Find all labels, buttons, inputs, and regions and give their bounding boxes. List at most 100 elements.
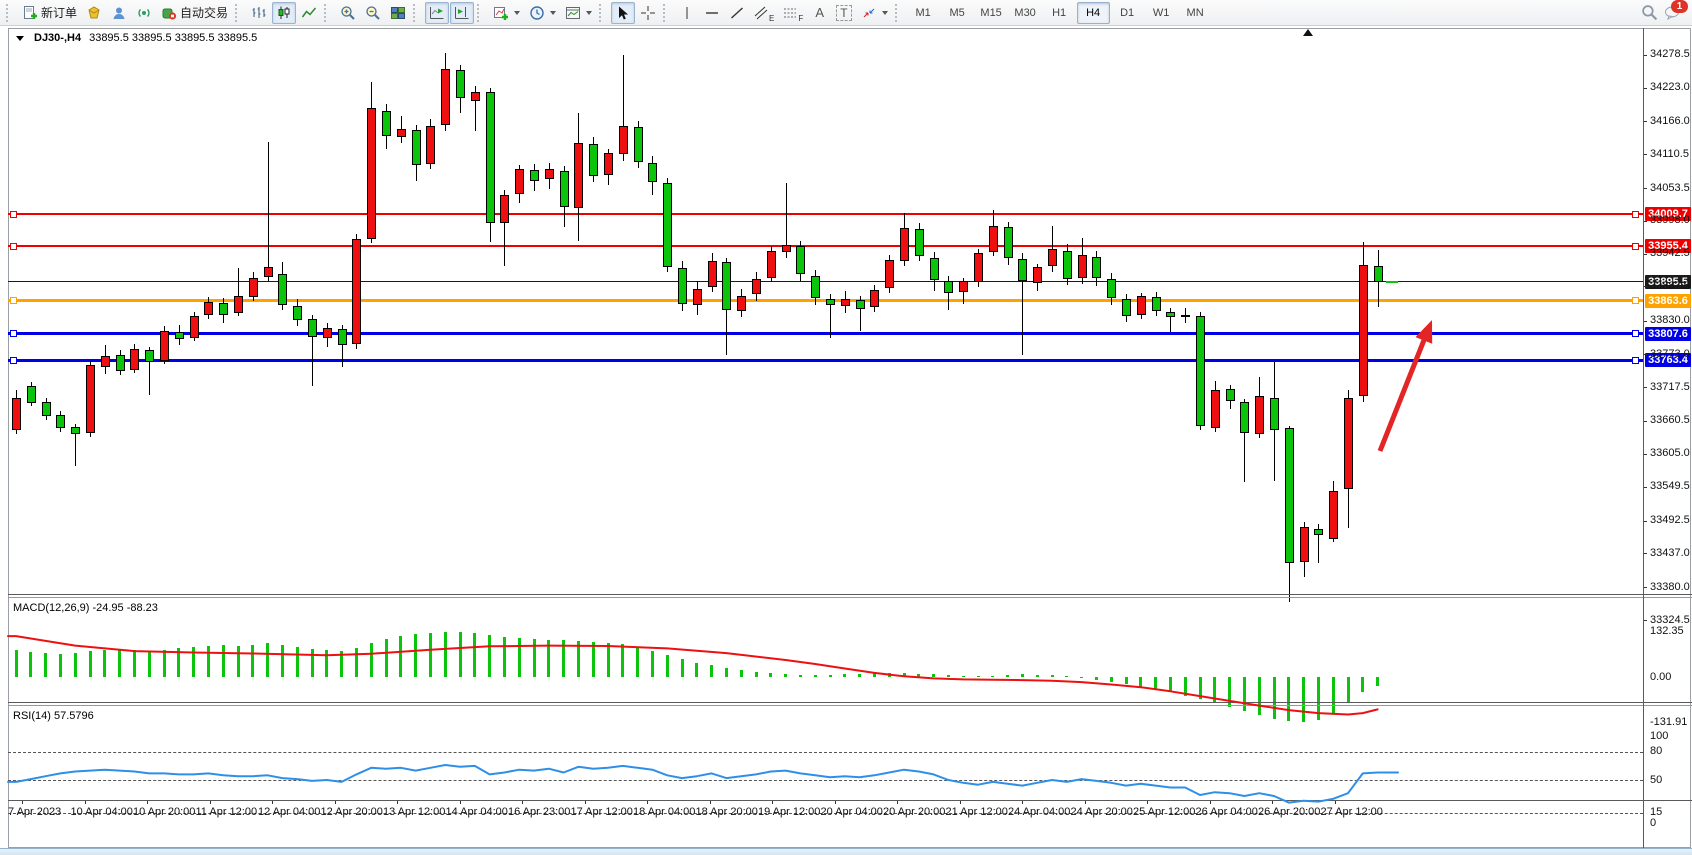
candle [1063, 251, 1072, 279]
price-scale-border [1643, 28, 1644, 848]
candle [101, 356, 110, 367]
notification-badge: 1 [1671, 0, 1688, 13]
macd-histogram-bar [769, 673, 772, 677]
hline-handle[interactable] [10, 211, 17, 218]
cursor-button[interactable] [611, 2, 635, 24]
candle [1137, 296, 1146, 315]
price-tick-label: 33773.0 [1650, 348, 1690, 360]
timeframe-m1-button[interactable]: M1 [907, 2, 940, 24]
last-price-dash [1386, 281, 1398, 283]
macd-histogram-bar [1258, 677, 1261, 715]
horizontal-line-tool-button[interactable] [700, 2, 724, 24]
notifications-button[interactable]: 1 [1664, 5, 1682, 21]
hline-handle[interactable] [10, 357, 17, 364]
hline-handle[interactable] [1632, 211, 1639, 218]
vertical-line-tool-button[interactable] [675, 2, 699, 24]
candle [634, 127, 643, 161]
candle [1196, 316, 1205, 426]
macd-histogram-bar [636, 647, 639, 677]
panel-separator[interactable] [8, 594, 1692, 595]
candle [722, 262, 731, 309]
macd-histogram-bar [932, 674, 935, 677]
hline-handle[interactable] [1632, 297, 1639, 304]
auto-trading-button[interactable]: 自动交易 [157, 2, 232, 24]
candlestick-chart-button[interactable] [272, 2, 296, 24]
candle [1018, 259, 1027, 282]
trendline-tool-button[interactable] [725, 2, 749, 24]
candle [56, 415, 65, 428]
hline-handle[interactable] [10, 297, 17, 304]
line-chart-button[interactable] [297, 2, 321, 24]
macd-histogram-bar [237, 646, 240, 677]
mql-community-button[interactable] [82, 2, 106, 24]
clock-icon [529, 5, 545, 21]
price-tick-label: 33830.0 [1650, 314, 1690, 326]
panel-separator[interactable] [8, 702, 1692, 703]
text-tool-button[interactable]: A [808, 2, 831, 24]
hline-handle[interactable] [10, 243, 17, 250]
horizontal-line-object[interactable] [8, 359, 1643, 362]
auto-trading-label: 自动交易 [180, 4, 228, 21]
crosshair-button[interactable] [636, 2, 660, 24]
macd-histogram-bar [118, 649, 121, 677]
candle [412, 130, 421, 166]
timeframe-m5-button[interactable]: M5 [941, 2, 974, 24]
auto-scroll-button[interactable] [425, 2, 449, 24]
timeframe-d1-button[interactable]: D1 [1111, 2, 1144, 24]
horizontal-line-object[interactable] [8, 213, 1643, 215]
hline-handle[interactable] [10, 330, 17, 337]
macd-histogram-bar [222, 645, 225, 677]
tile-windows-button[interactable] [386, 2, 410, 24]
toolbar-grip [599, 4, 608, 22]
hline-handle[interactable] [1632, 243, 1639, 250]
macd-histogram-bar [429, 633, 432, 677]
macd-scale-label: -131.91 [1650, 716, 1687, 728]
horizontal-line-object[interactable] [8, 245, 1643, 247]
arrows-icon [861, 5, 877, 21]
bar-chart-button[interactable] [247, 2, 271, 24]
zoom-out-button[interactable] [361, 2, 385, 24]
search-icon[interactable] [1641, 4, 1658, 21]
timeframe-w1-button[interactable]: W1 [1145, 2, 1178, 24]
fibonacci-tool-button[interactable]: F [779, 2, 807, 24]
text-label-tool-button[interactable]: T [832, 2, 855, 24]
hline-handle[interactable] [1632, 330, 1639, 337]
macd-histogram-bar [399, 636, 402, 677]
candle [278, 274, 287, 305]
macd-histogram-bar [1125, 677, 1128, 684]
indicators-button[interactable] [489, 2, 524, 24]
hline-handle[interactable] [1632, 357, 1639, 364]
timeframe-h1-button[interactable]: H1 [1043, 2, 1076, 24]
channel-tool-button[interactable]: E [750, 2, 778, 24]
candle [219, 303, 228, 315]
time-tick-label: 18 Apr 04:00 [633, 806, 695, 818]
price-tick-label: 33998.0 [1650, 214, 1690, 226]
macd-histogram-bar [207, 646, 210, 677]
time-tick-label: 20 Apr 04:00 [821, 806, 883, 818]
horizontal-line-object[interactable] [8, 332, 1643, 335]
time-tick-label: 24 Apr 04:00 [1008, 806, 1070, 818]
new-order-button[interactable]: 新订单 [18, 2, 81, 24]
candle [663, 183, 672, 267]
templates-button[interactable] [561, 2, 596, 24]
timeframe-h4-button[interactable]: H4 [1077, 2, 1110, 24]
mql-profile-button[interactable] [107, 2, 131, 24]
dropdown-caret-icon [586, 11, 592, 15]
arrows-tool-button[interactable] [857, 2, 892, 24]
signals-button[interactable] [132, 2, 156, 24]
macd-histogram-bar [562, 640, 565, 677]
trend-arrow-annotation[interactable] [1380, 333, 1427, 451]
price-tick-label: 33437.0 [1650, 547, 1690, 559]
timeframe-m30-button[interactable]: M30 [1009, 2, 1042, 24]
scroll-position-marker-icon [1303, 29, 1313, 36]
periods-button[interactable] [525, 2, 560, 24]
collapse-button[interactable] [16, 36, 26, 41]
candle [530, 170, 539, 181]
vertical-line-icon [679, 5, 695, 21]
candle [974, 253, 983, 283]
timeframe-m15-button[interactable]: M15 [975, 2, 1008, 24]
zoom-in-button[interactable] [336, 2, 360, 24]
chart-shift-button[interactable] [450, 2, 474, 24]
timeframe-mn-button[interactable]: MN [1179, 2, 1212, 24]
macd-histogram-bar [296, 647, 299, 677]
